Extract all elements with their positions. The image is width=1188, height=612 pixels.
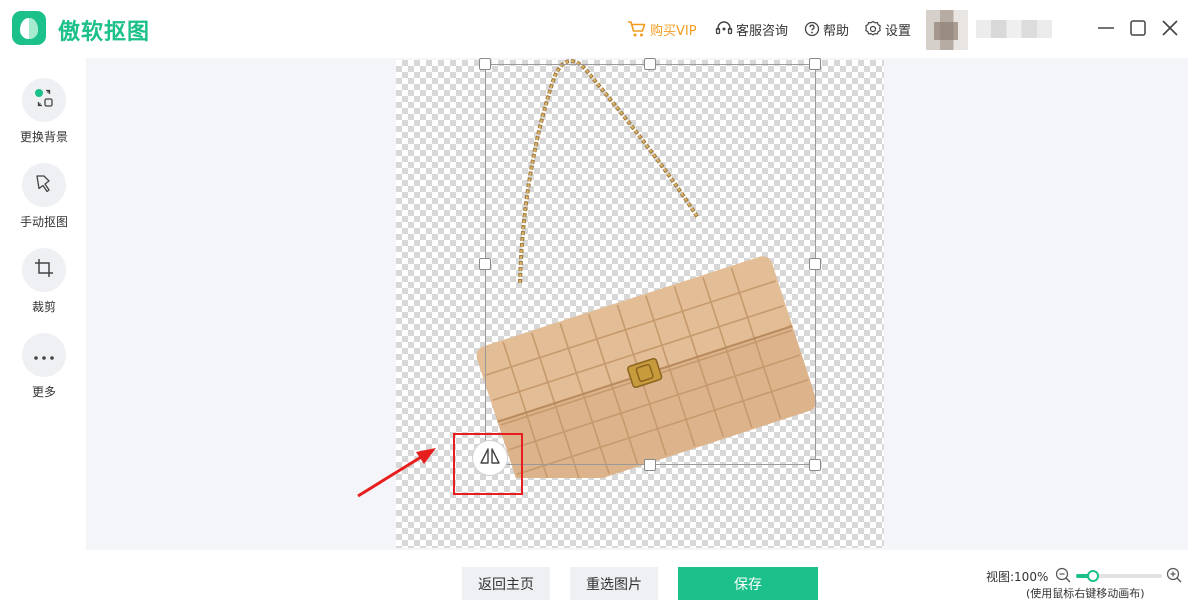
annotation-highlight-box [453,433,523,495]
close-button[interactable] [1158,16,1182,40]
swap-background-icon [33,87,55,113]
annotation-arrow [357,448,436,498]
zoom-in-icon[interactable] [1166,567,1182,587]
back-home-button[interactable]: 返回主页 [462,567,550,600]
zoom-level-label: 视图:100% [986,570,1049,584]
zoom-hint: (使用鼠标右键移动画布) [1026,587,1145,600]
tool-manual-cutout-label: 手动抠图 [19,215,68,229]
tool-sidebar: 更换背景 手动抠图 裁剪 更多 [0,58,86,612]
resize-handle-bottom[interactable] [644,459,656,471]
editor-workspace[interactable] [86,58,1188,550]
help-link[interactable]: 帮助 [804,20,849,39]
more-dots-icon [33,346,55,365]
settings-label: 设置 [885,23,912,39]
settings-link[interactable]: 设置 [864,20,911,39]
app-name: 傲软抠图 [58,20,151,45]
cart-icon [627,20,647,38]
resize-handle-bottom-right[interactable] [809,459,821,471]
resize-handle-top-left[interactable] [479,58,491,70]
buy-vip-link[interactable]: 购买VIP [627,20,697,39]
user-name-blurred[interactable] [976,20,1052,38]
customer-service-link[interactable]: 客服咨询 [715,20,788,39]
tool-crop-label: 裁剪 [31,300,56,314]
tool-crop[interactable]: 裁剪 [0,248,88,315]
tool-manual-cutout[interactable]: 手动抠图 [0,163,88,230]
maximize-icon [1130,20,1146,36]
zoom-slider-knob[interactable] [1087,570,1100,582]
app-logo [12,11,46,45]
crop-icon [34,258,54,282]
help-icon [804,21,820,37]
help-label: 帮助 [823,23,850,39]
close-icon [1162,20,1178,36]
manual-cutout-icon [33,172,55,198]
reselect-image-button[interactable]: 重选图片 [570,567,658,600]
tool-swap-background[interactable]: 更换背景 [0,78,88,145]
resize-handle-top-right[interactable] [809,58,821,70]
bottom-bar: 返回主页 重选图片 保存 视图:100% (使用鼠标右键移动画布) [0,550,1188,612]
resize-handle-top[interactable] [644,58,656,70]
minimize-button[interactable] [1094,16,1118,40]
tool-more-label: 更多 [31,385,56,399]
zoom-slider[interactable] [1076,570,1162,582]
gear-icon [864,20,882,38]
tool-swap-background-label: 更换背景 [19,130,68,144]
customer-service-label: 客服咨询 [736,23,789,39]
tool-more[interactable]: 更多 [0,333,88,400]
selection-bounding-box[interactable] [485,64,816,465]
resize-handle-right[interactable] [809,258,821,270]
maximize-button[interactable] [1126,16,1150,40]
save-button[interactable]: 保存 [678,567,818,600]
minimize-icon [1098,27,1114,29]
zoom-out-icon[interactable] [1055,567,1071,587]
user-avatar[interactable] [926,10,968,50]
resize-handle-left[interactable] [479,258,491,270]
buy-vip-label: 购买VIP [650,23,697,39]
title-bar: 傲软抠图 购买VIP 客服咨询 帮助 设置 [0,0,1188,58]
headset-icon [715,21,733,37]
